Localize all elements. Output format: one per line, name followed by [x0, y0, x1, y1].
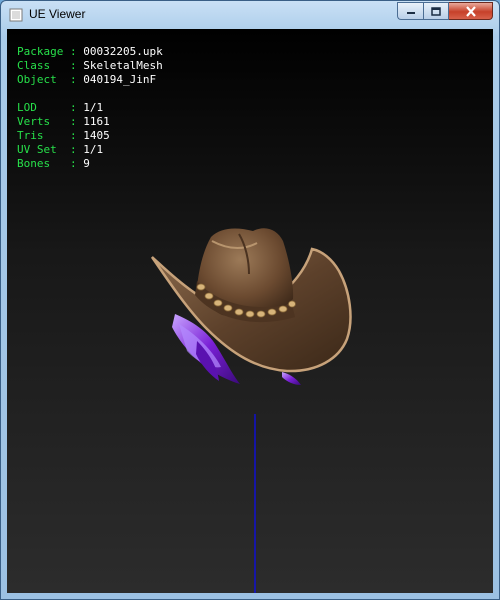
maximize-button[interactable]: [423, 2, 449, 20]
minimize-button[interactable]: [397, 2, 423, 20]
app-window: UE Viewer Package : 00032205.upk Class:…: [0, 0, 500, 600]
close-button[interactable]: [449, 2, 493, 20]
maximize-icon: [431, 6, 441, 16]
app-icon: [9, 8, 23, 22]
mesh-render: [150, 228, 352, 593]
close-icon: [465, 5, 476, 17]
minimize-icon: [406, 12, 415, 14]
viewport-3d[interactable]: Package : 00032205.upk Class : SkeletalM…: [7, 29, 493, 593]
cowboy-hat: [150, 228, 352, 373]
window-title: UE Viewer: [29, 7, 86, 21]
title-bar[interactable]: UE Viewer: [1, 1, 499, 29]
